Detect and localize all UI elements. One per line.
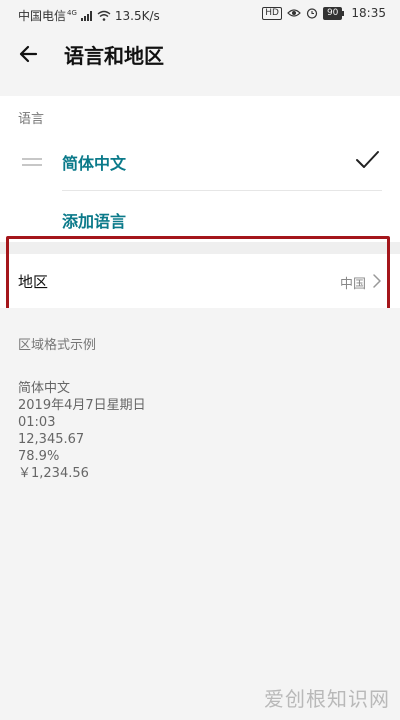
- signal-icon: [80, 10, 92, 21]
- check-icon: [356, 151, 379, 168]
- page-title: 语言和地区: [64, 44, 164, 68]
- watermark: 爱创根知识网: [264, 687, 390, 711]
- alarm-icon: [306, 8, 318, 19]
- eye-icon: [287, 9, 301, 17]
- current-language-item[interactable]: 简体中文: [62, 150, 126, 174]
- network-type: 4G: [67, 8, 77, 17]
- language-card: 语言 简体中文 添加语言: [0, 96, 400, 242]
- format-example-time: 01:03: [18, 415, 56, 430]
- app-header: 语言和地区: [0, 28, 400, 80]
- drag-handle-icon[interactable]: [22, 158, 42, 168]
- add-language-button[interactable]: 添加语言: [62, 208, 126, 232]
- format-examples: 简体中文 2019年4月7日星期日 01:03 12,345.67 78.9% …: [18, 380, 146, 482]
- format-section-label: 区域格式示例: [18, 338, 97, 353]
- format-example-number: 12,345.67: [18, 432, 85, 447]
- hd-badge: HD: [262, 6, 282, 20]
- format-example-date: 2019年4月7日星期日: [18, 398, 146, 413]
- region-format-section: 区域格式示例 简体中文 2019年4月7日星期日 01:03 12,345.67…: [0, 308, 400, 720]
- status-right: HD 90 18:35: [262, 6, 386, 20]
- language-section-label: 语言: [18, 112, 45, 127]
- clock-time: 18:35: [351, 6, 386, 20]
- format-example-percent: 78.9%: [18, 449, 60, 464]
- back-arrow-icon[interactable]: [14, 38, 46, 70]
- region-row[interactable]: 地区 中国: [0, 254, 400, 308]
- divider: [62, 190, 382, 191]
- battery-indicator: 90: [322, 6, 345, 20]
- status-left: 中国电信 4G 13.5K/s: [18, 7, 160, 24]
- region-label: 地区: [18, 273, 49, 291]
- wifi-icon: [97, 10, 111, 21]
- section-gap: [0, 242, 400, 254]
- carrier-name: 中国电信: [18, 9, 67, 23]
- status-bar: 中国电信 4G 13.5K/s HD 90 18:35: [0, 0, 400, 28]
- network-speed: 13.5K/s: [114, 8, 160, 23]
- region-value: 中国: [339, 277, 366, 292]
- chevron-right-icon: [373, 274, 381, 288]
- format-example-currency: ￥1,234.56: [18, 466, 89, 481]
- format-example-language: 简体中文: [18, 381, 71, 396]
